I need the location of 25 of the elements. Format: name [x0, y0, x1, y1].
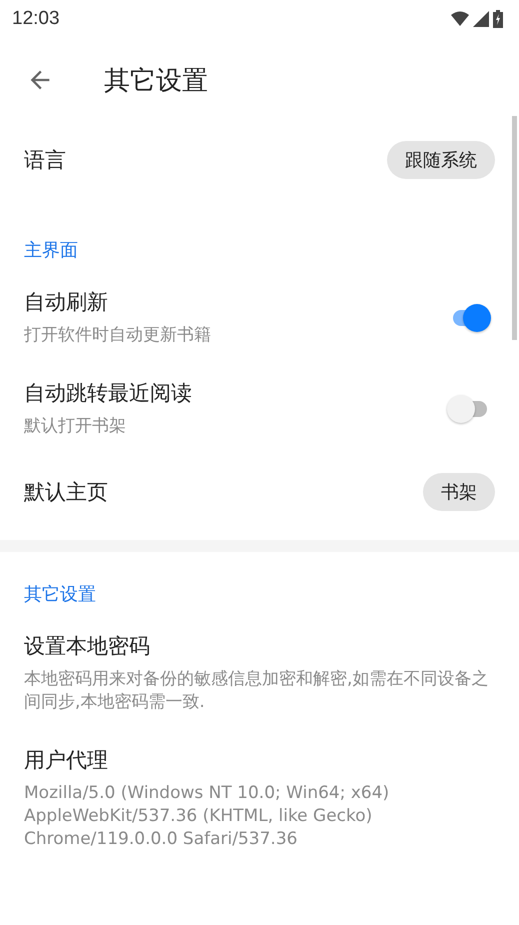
setting-title: 用户代理	[24, 747, 109, 774]
section-header: 其它设置	[23, 583, 97, 607]
setting-row[interactable]: 自动刷新 打开软件时自动更新书籍	[0, 272, 519, 363]
setting-title: 自动跳转最近阅读	[24, 380, 193, 407]
setting-row[interactable]: 设置本地密码 本地密码用来对备份的敏感信息加密和解密,如需在不同设备之间同步,本地密码需一致.	[0, 616, 519, 730]
setting-title: 设置本地密码	[24, 633, 151, 660]
status-time: 12:03	[12, 8, 60, 30]
wifi-icon	[451, 11, 469, 27]
setting-row[interactable]: 用户代理 Mozilla/5.0 (Windows NT 10.0; Win64; x64) AppleWebKit/537.36 (KHTML, like Gecko) Chrome/119.0.0.0 Safari/537.36	[0, 730, 519, 867]
setting-row[interactable]: 默认主页 书架	[0, 454, 519, 530]
setting-summary: 默认打开书架	[24, 415, 127, 438]
setting-row[interactable]: 语言 跟随系统	[0, 122, 519, 198]
setting-summary: 打开软件时自动更新书籍	[24, 324, 212, 347]
battery-icon	[493, 10, 503, 28]
setting-title: 语言	[24, 147, 67, 174]
setting-summary: Mozilla/5.0 (Windows NT 10.0; Win64; x64) AppleWebKit/537.36 (KHTML, like Gecko) Chrome/119.0.0.0 Safari/537.36	[24, 782, 390, 851]
setting-title: 自动刷新	[24, 289, 109, 316]
section-header: 主界面	[23, 239, 79, 263]
signal-icon	[473, 11, 489, 27]
page-title: 其它设置	[104, 64, 208, 98]
setting-title: 默认主页	[24, 479, 109, 506]
setting-row[interactable]: 自动跳转最近阅读 默认打开书架	[0, 363, 519, 454]
value-chip[interactable]: 跟随系统	[387, 141, 495, 179]
setting-summary: 本地密码用来对备份的敏感信息加密和解密,如需在不同设备之间同步,本地密码需一致.	[24, 668, 490, 714]
value-chip[interactable]: 书架	[423, 473, 495, 511]
